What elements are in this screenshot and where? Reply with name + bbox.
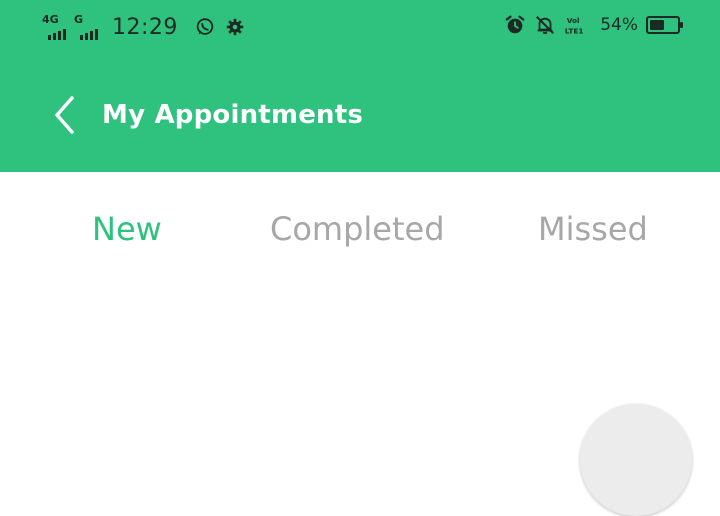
signal-bars-icon [74, 29, 98, 40]
tab-completed[interactable]: Completed [270, 210, 445, 248]
svg-text:LTE1: LTE1 [565, 26, 584, 35]
page-title: My Appointments [102, 100, 364, 130]
battery-level-fill [650, 20, 664, 30]
whatsapp-icon [196, 18, 214, 35]
network-4g-label: 4G [42, 13, 59, 26]
floating-action-button[interactable] [580, 404, 692, 516]
app-header: 4G G 12:29 Vol LTE1 54% My Appointments [0, 0, 720, 172]
battery-icon [646, 16, 683, 34]
battery-percent: 54% [600, 15, 638, 35]
status-bar: 4G G 12:29 Vol LTE1 54% [0, 0, 720, 58]
tab-new[interactable]: New [92, 210, 162, 248]
network-g-label: G [74, 13, 84, 26]
toolbar: My Appointments [0, 58, 720, 172]
back-button[interactable] [44, 90, 84, 140]
tab-missed[interactable]: Missed [538, 210, 648, 248]
alarm-icon [505, 15, 525, 34]
status-bar-right: Vol LTE1 54% [504, 14, 683, 36]
status-bar-left: 4G G 12:29 [42, 13, 254, 40]
settings-gear-icon [226, 18, 244, 36]
svg-text:Vol: Vol [567, 16, 580, 25]
appointment-tabs: New Completed Missed [0, 172, 720, 290]
volte-icon: Vol LTE1 [565, 16, 584, 35]
signal-bars-icon [42, 29, 66, 40]
back-arrow-icon [55, 96, 74, 134]
network-4g-signal: 4G [42, 13, 66, 40]
notifications-off-icon [536, 16, 555, 35]
network-g-signal: G [74, 13, 98, 40]
status-time: 12:29 [112, 14, 178, 40]
